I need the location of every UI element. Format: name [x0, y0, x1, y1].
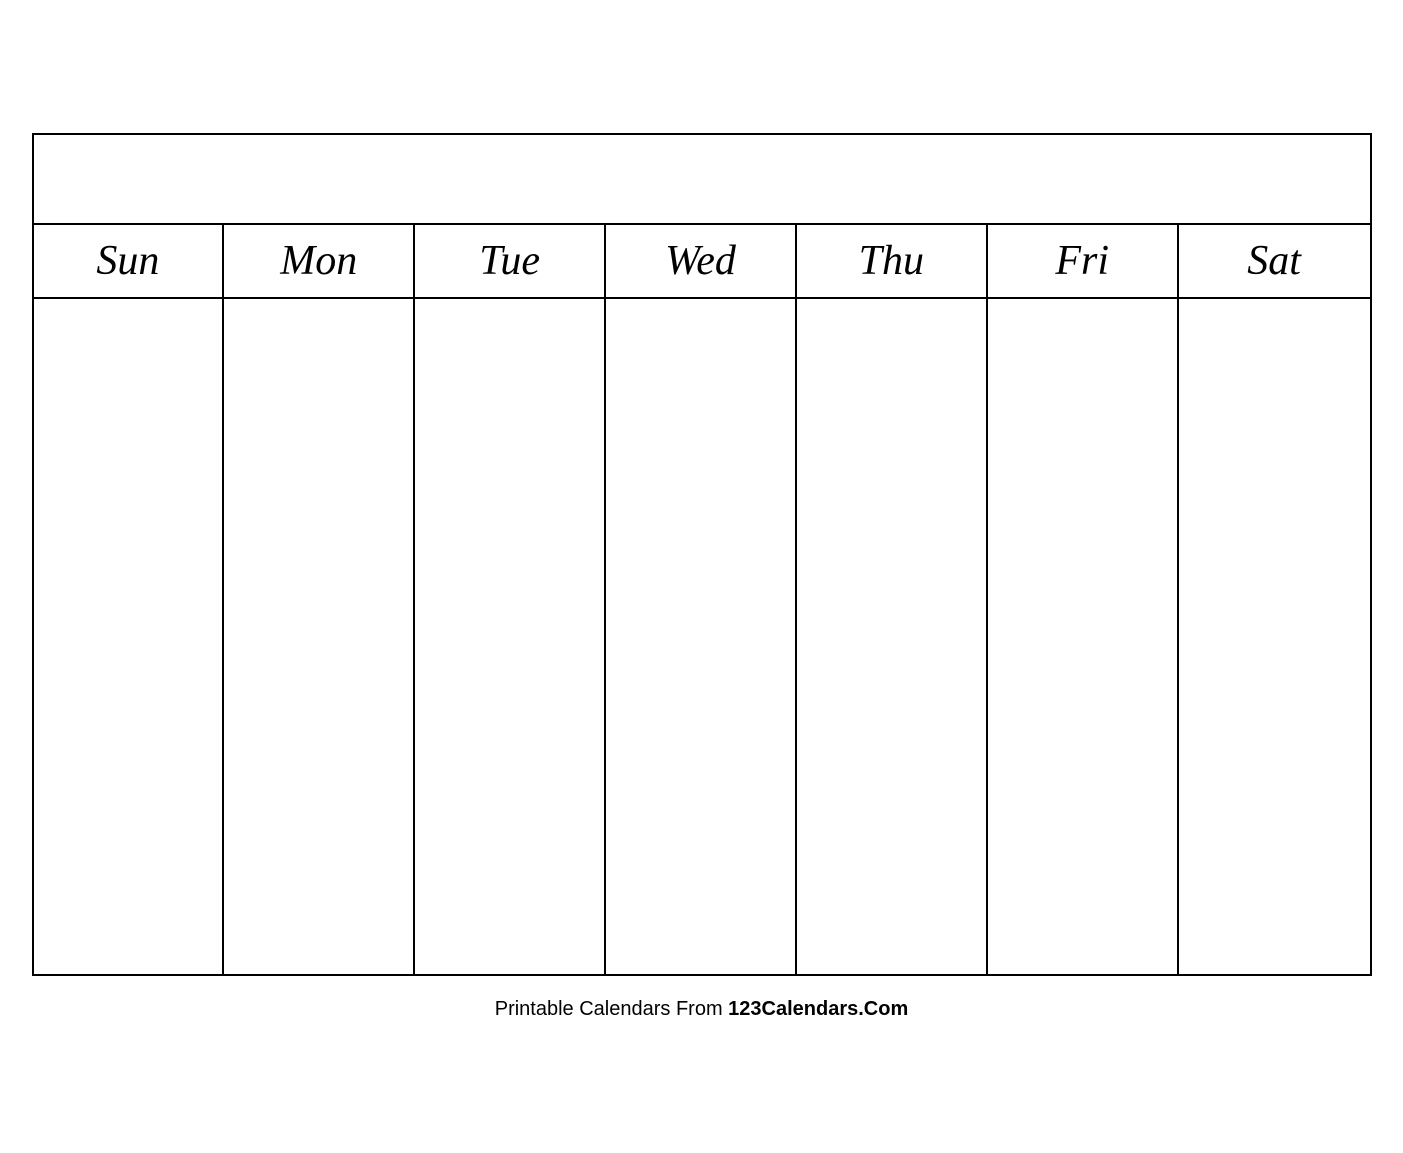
- cell-4-6[interactable]: [988, 704, 1179, 839]
- cell-2-7[interactable]: [1179, 434, 1370, 569]
- cell-4-7[interactable]: [1179, 704, 1370, 839]
- cell-4-5[interactable]: [797, 704, 988, 839]
- cell-3-5[interactable]: [797, 569, 988, 704]
- header-wed: Wed: [606, 225, 797, 297]
- header-mon: Mon: [224, 225, 415, 297]
- header-fri: Fri: [988, 225, 1179, 297]
- cell-2-6[interactable]: [988, 434, 1179, 569]
- cell-3-7[interactable]: [1179, 569, 1370, 704]
- cell-5-6[interactable]: [988, 839, 1179, 974]
- cell-3-4[interactable]: [606, 569, 797, 704]
- cell-1-5[interactable]: [797, 299, 988, 434]
- cell-4-4[interactable]: [606, 704, 797, 839]
- cell-3-2[interactable]: [224, 569, 415, 704]
- calendar-container: Sun Mon Tue Wed Thu Fri Sat: [32, 133, 1372, 976]
- cell-5-3[interactable]: [415, 839, 606, 974]
- cell-1-1[interactable]: [34, 299, 225, 434]
- calendar-body: [34, 299, 1370, 974]
- calendar-title-row: [34, 135, 1370, 225]
- cell-1-3[interactable]: [415, 299, 606, 434]
- footer-normal-text: Printable Calendars From: [495, 998, 728, 1020]
- calendar-row-1: [34, 299, 1370, 434]
- calendar-row-4: [34, 704, 1370, 839]
- cell-1-7[interactable]: [1179, 299, 1370, 434]
- cell-2-2[interactable]: [224, 434, 415, 569]
- cell-4-3[interactable]: [415, 704, 606, 839]
- cell-3-3[interactable]: [415, 569, 606, 704]
- calendar-row-5: [34, 839, 1370, 974]
- cell-2-3[interactable]: [415, 434, 606, 569]
- cell-3-6[interactable]: [988, 569, 1179, 704]
- cell-4-2[interactable]: [224, 704, 415, 839]
- cell-4-1[interactable]: [34, 704, 225, 839]
- cell-5-4[interactable]: [606, 839, 797, 974]
- header-sat: Sat: [1179, 225, 1370, 297]
- footer-bold-text: 123Calendars.Com: [728, 998, 908, 1020]
- footer: Printable Calendars From 123Calendars.Co…: [32, 998, 1372, 1021]
- cell-1-6[interactable]: [988, 299, 1179, 434]
- cell-2-1[interactable]: [34, 434, 225, 569]
- cell-5-1[interactable]: [34, 839, 225, 974]
- cell-5-2[interactable]: [224, 839, 415, 974]
- header-sun: Sun: [34, 225, 225, 297]
- calendar-header: Sun Mon Tue Wed Thu Fri Sat: [34, 225, 1370, 299]
- page-wrapper: Sun Mon Tue Wed Thu Fri Sat: [32, 113, 1372, 1041]
- cell-5-7[interactable]: [1179, 839, 1370, 974]
- cell-5-5[interactable]: [797, 839, 988, 974]
- header-thu: Thu: [797, 225, 988, 297]
- header-tue: Tue: [415, 225, 606, 297]
- cell-1-2[interactable]: [224, 299, 415, 434]
- cell-3-1[interactable]: [34, 569, 225, 704]
- cell-2-4[interactable]: [606, 434, 797, 569]
- calendar-row-2: [34, 434, 1370, 569]
- calendar-row-3: [34, 569, 1370, 704]
- cell-2-5[interactable]: [797, 434, 988, 569]
- cell-1-4[interactable]: [606, 299, 797, 434]
